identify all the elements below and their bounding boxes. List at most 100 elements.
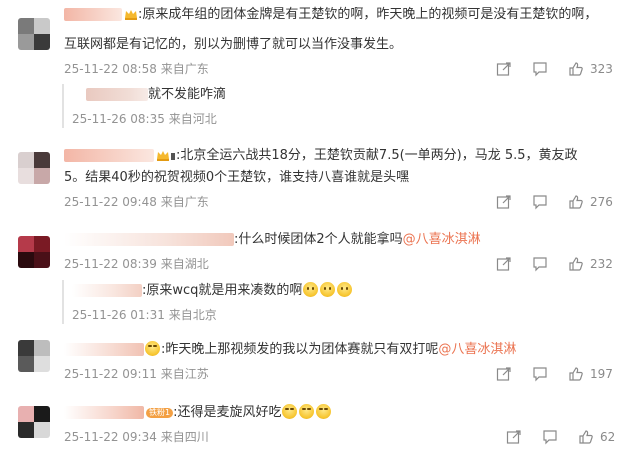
fan-badge: 铁粉1 [146,407,174,418]
reply-meta: 25-11-26 08:35 来自河北 [72,110,217,127]
timestamp: 25-11-22 09:11 [64,367,157,381]
reply-text: 就不发能咋滴 [86,84,226,105]
location: 来自广东 [160,195,209,209]
avatar[interactable] [18,236,50,268]
comment-item: :昨天晚上那视频发的我以为团体赛就只有双打呢@八喜冰淇淋 25-11-22 09… [0,334,638,386]
crown-icon [156,150,176,161]
comment-button[interactable] [532,365,548,383]
comment-meta: 25-11-22 09:48 来自广东 [64,193,209,210]
comment-actions: 323 [488,60,638,78]
username[interactable] [64,8,122,21]
username[interactable] [64,406,144,419]
comment-icon [533,367,547,382]
avatar[interactable] [18,340,50,372]
like-icon [569,62,583,76]
timestamp: 25-11-26 08:35 [72,112,165,126]
comment-actions: 197 [488,365,638,383]
timestamp: 25-11-22 08:39 [64,257,157,271]
like-button[interactable]: 232 [568,255,613,273]
comment-item: :北京全运六战共18分，王楚钦贡献7.5(一单两分)，马龙 5.5，黄友政 5。… [0,140,638,210]
reply-username[interactable] [72,284,142,297]
comment-actions: 232 [488,255,638,273]
like-button[interactable]: 323 [568,60,613,78]
share-icon [506,430,521,444]
mention-link[interactable]: @八喜冰淇淋 [438,342,516,357]
emoji-icon [145,341,160,356]
like-icon [579,430,593,444]
like-button[interactable]: 276 [568,193,613,211]
timestamp: 25-11-22 09:48 [64,195,157,209]
location: 来自北京 [168,308,217,322]
share-button[interactable] [496,193,512,211]
like-count: 62 [600,430,616,444]
share-icon [496,367,511,381]
share-icon [496,195,511,209]
avatar[interactable] [18,406,50,438]
crown-icon [124,9,138,20]
comments-page: { "comments": [ { "text_line1": ":原来成年组的… [0,0,638,455]
location: 来自江苏 [160,367,209,381]
comment-icon [543,430,557,445]
comment-button[interactable] [532,193,548,211]
like-button[interactable]: 62 [578,428,615,446]
comment-meta: 25-11-22 09:34 来自四川 [64,428,209,445]
comment-icon [533,257,547,272]
comment-item: :什么时候团体2个人就能拿吗@八喜冰淇淋 25-11-22 08:39 来自湖北… [0,224,638,324]
comment-actions: 276 [488,193,638,211]
share-button[interactable] [506,428,522,446]
share-icon [496,62,511,76]
reply-meta: 25-11-26 01:31 来自北京 [72,306,217,323]
share-button[interactable] [496,255,512,273]
comment-button[interactable] [532,255,548,273]
location: 来自湖北 [160,257,209,271]
comment-actions: 62 [488,428,638,446]
username[interactable] [64,149,154,162]
comment-icon [533,62,547,77]
comment-text-line2: 互联网都是有记忆的，别以为删博了就可以当作没事发生。 [64,37,403,52]
location: 来自广东 [160,62,209,76]
like-icon [569,367,583,381]
comment-text-line2: 5。结果40秒的祝贺视频0个王楚钦，谁支持八喜谁就是头嘿 [64,170,410,185]
like-count: 232 [590,257,613,271]
like-icon [569,195,583,209]
comment-text: :昨天晚上那视频发的我以为团体赛就只有双打呢@八喜冰淇淋 [64,339,516,360]
timestamp: 25-11-26 01:31 [72,308,165,322]
reply-username[interactable] [86,88,148,101]
emoji-icon [316,404,332,419]
emoji-icon [337,282,353,297]
share-icon [496,257,511,271]
comment-meta: 25-11-22 08:58 来自广东 [64,60,209,77]
reply-divider [62,280,64,324]
emoji-icon [299,404,315,419]
avatar[interactable] [18,18,50,50]
username[interactable] [64,343,144,356]
location: 来自河北 [168,112,217,126]
timestamp: 25-11-22 08:58 [64,62,157,76]
like-icon [569,257,583,271]
emoji-icon [282,404,298,419]
like-count: 197 [590,367,613,381]
comment-text: :什么时候团体2个人就能拿吗@八喜冰淇淋 [64,229,481,250]
avatar[interactable] [18,152,50,184]
location: 来自四川 [160,430,209,444]
reply-divider [62,84,64,128]
like-count: 323 [590,62,613,76]
mention-link[interactable]: @八喜冰淇淋 [403,232,481,247]
comment-button[interactable] [542,428,558,446]
comment-meta: 25-11-22 09:11 来自江苏 [64,365,209,382]
comment-text: :原来成年组的团体金牌是有王楚钦的啊，昨天晚上的视频可是没有王楚钦的啊， [64,4,597,25]
comment-item: 铁粉1:还得是麦旋风好吃 25-11-22 09:34 来自四川 62 [0,398,638,455]
share-button[interactable] [496,60,512,78]
comment-text: :北京全运六战共18分，王楚钦贡献7.5(一单两分)，马龙 5.5，黄友政 [64,145,578,166]
username[interactable] [64,233,234,246]
like-button[interactable]: 197 [568,365,613,383]
comment-text: 铁粉1:还得是麦旋风好吃 [64,402,332,423]
comment-button[interactable] [532,60,548,78]
emoji-icon [320,282,336,297]
share-button[interactable] [496,365,512,383]
comment-meta: 25-11-22 08:39 来自湖北 [64,255,209,272]
comment-icon [533,195,547,210]
emoji-icon [303,282,319,297]
comment-item: :原来成年组的团体金牌是有王楚钦的啊，昨天晚上的视频可是没有王楚钦的啊， 互联网… [0,0,638,128]
like-count: 276 [590,195,613,209]
